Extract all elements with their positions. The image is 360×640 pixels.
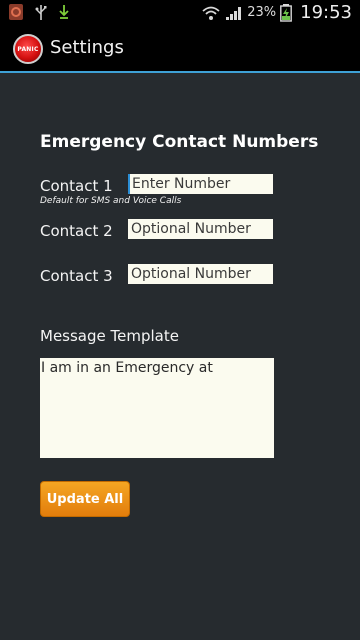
panic-app-icon[interactable]: PANIC [13, 34, 43, 64]
contact-3-input[interactable]: Optional Number [128, 264, 273, 284]
system-status: 23% 19:53 [201, 0, 352, 25]
action-bar: PANIC Settings [0, 25, 360, 71]
contact-1-input[interactable]: Enter Number [128, 174, 273, 194]
contact-3-label: Contact 3 [40, 267, 113, 285]
signal-icon [226, 6, 242, 20]
message-template-input[interactable]: I am in an Emergency at [40, 358, 274, 458]
usb-icon [35, 5, 47, 20]
battery-charging-icon [280, 3, 293, 22]
clock: 19:53 [300, 2, 352, 23]
action-bar-divider [0, 71, 360, 73]
page-title: Settings [50, 37, 124, 58]
contact-1-label: Contact 1 [40, 177, 113, 195]
notification-app-icon [9, 4, 23, 20]
notification-icons [8, 3, 70, 21]
contact-1-hint: Default for SMS and Voice Calls [40, 196, 182, 206]
download-icon [59, 5, 69, 19]
wifi-icon [202, 6, 220, 20]
status-bar: 23% 19:53 [0, 0, 360, 25]
contact-2-input[interactable]: Optional Number [128, 219, 273, 239]
section-heading: Emergency Contact Numbers [40, 132, 319, 152]
update-all-button[interactable]: Update All [40, 481, 130, 517]
battery-percent: 23% [247, 5, 277, 20]
app-icon-label: PANIC [17, 45, 39, 53]
message-template-label: Message Template [40, 327, 179, 345]
contact-2-label: Contact 2 [40, 222, 113, 240]
